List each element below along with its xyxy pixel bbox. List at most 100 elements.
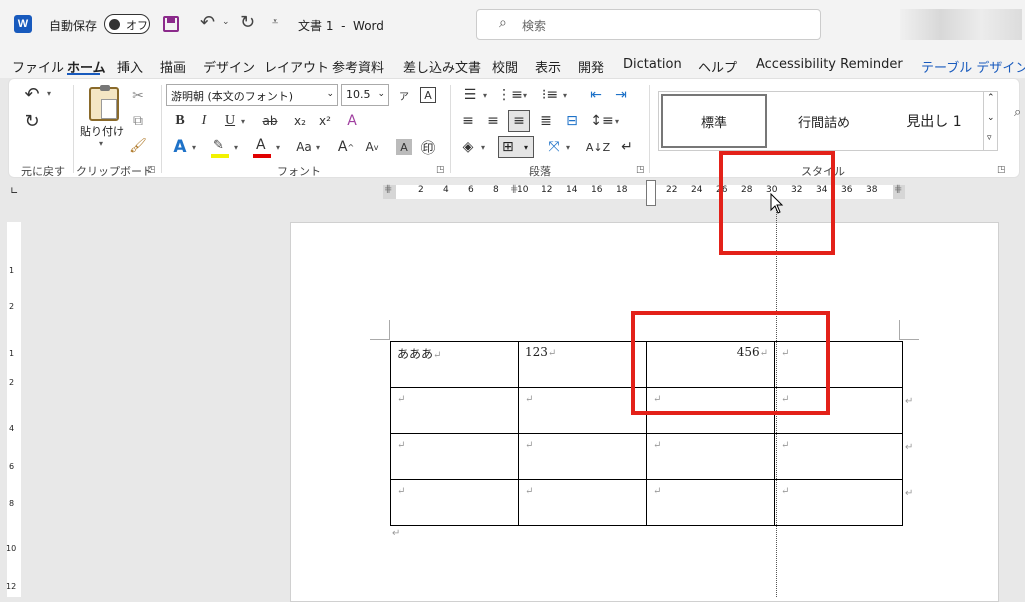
chevron-down-icon[interactable]: ▾ xyxy=(615,117,619,126)
multilevel-list-icon[interactable]: ⁝≡ xyxy=(539,84,561,106)
tab-layout[interactable]: レイアウト xyxy=(264,57,329,76)
chevron-down-icon[interactable]: ▾ xyxy=(483,91,487,100)
line-spacing-icon[interactable]: ↕≡ xyxy=(590,110,613,132)
align-left-icon[interactable]: ≡ xyxy=(457,110,479,132)
account-avatar[interactable] xyxy=(900,9,1022,40)
increase-indent-icon[interactable]: ⇥ xyxy=(610,84,632,106)
table-cell[interactable]: ↵ xyxy=(518,479,647,526)
dialog-launcher-icon[interactable]: ◳ xyxy=(436,165,445,175)
save-icon[interactable] xyxy=(163,16,179,32)
table-cell[interactable]: ↵ xyxy=(774,433,903,480)
tab-mailings[interactable]: 差し込み文書 xyxy=(403,57,481,76)
phonetic-guide-icon[interactable]: ア xyxy=(393,84,415,106)
sort-icon[interactable]: A↓Z xyxy=(586,136,610,158)
style-normal[interactable]: 標準 xyxy=(661,94,767,148)
dialog-launcher-icon[interactable]: ◳ xyxy=(997,165,1006,175)
asian-layout-icon[interactable]: ⤧ xyxy=(543,136,565,158)
table-cell[interactable]: ↵ xyxy=(774,479,903,526)
tab-table-design[interactable]: テーブル デザイン xyxy=(921,57,1025,76)
character-shading-icon[interactable]: A xyxy=(396,139,412,155)
chevron-down-icon[interactable]: ▾ xyxy=(47,89,51,98)
chevron-down-icon[interactable]: ⌄ xyxy=(222,17,230,27)
font-name-select[interactable]: 游明朝 (本文のフォント) ⌄ xyxy=(166,84,338,106)
align-center-icon[interactable]: ≡ xyxy=(482,110,504,132)
bold-icon[interactable]: B xyxy=(169,110,191,132)
style-no-spacing[interactable]: 行間詰め xyxy=(771,94,877,148)
shrink-font-icon[interactable]: Av xyxy=(361,136,383,158)
chevron-down-icon[interactable]: ▾ xyxy=(566,143,570,152)
chevron-down-icon[interactable]: ▾ xyxy=(241,117,245,126)
chevron-down-icon[interactable]: ▾ xyxy=(99,139,103,148)
bullets-icon[interactable]: ☰ xyxy=(459,84,481,106)
table-cell[interactable]: ↵ xyxy=(390,433,519,480)
column-marker-icon[interactable]: ⋕ xyxy=(894,184,902,195)
subscript-icon[interactable]: x₂ xyxy=(289,110,311,132)
undo-icon[interactable]: ↶ xyxy=(200,12,215,33)
chevron-down-icon[interactable]: ▾ xyxy=(192,143,196,152)
chevron-down-icon[interactable]: ▾ xyxy=(481,143,485,152)
undo-icon[interactable]: ↶ xyxy=(21,83,43,105)
font-size-select[interactable]: 10.5 ⌄ xyxy=(341,84,389,106)
autosave-toggle[interactable]: オフ xyxy=(104,14,150,34)
table-cell[interactable]: ↵ xyxy=(646,479,775,526)
tab-file[interactable]: ファイル xyxy=(12,57,64,76)
highlight-color-icon[interactable]: ✎ xyxy=(209,138,231,158)
chevron-down-icon[interactable]: ▾ xyxy=(563,91,567,100)
strikethrough-icon[interactable]: ab xyxy=(259,110,281,132)
copy-icon[interactable]: ⧉ xyxy=(127,110,149,132)
underline-icon[interactable]: U xyxy=(219,110,241,132)
table-cell[interactable]: ↵ xyxy=(518,433,647,480)
align-right-icon[interactable]: ≡ xyxy=(508,110,530,132)
styles-gallery[interactable]: 標準 行間詰め 見出し 1 xyxy=(658,91,998,151)
chevron-down-icon[interactable]: ▾ xyxy=(234,143,238,152)
style-heading-1[interactable]: 見出し 1 xyxy=(881,94,987,148)
distributed-icon[interactable]: ⊟ xyxy=(561,110,583,132)
table-cell[interactable]: ↵ xyxy=(390,387,519,434)
dialog-launcher-icon[interactable]: ◳ xyxy=(636,165,645,175)
vertical-ruler[interactable]: 1 2 1 2 4 6 8 10 12 xyxy=(0,206,28,597)
tab-help[interactable]: ヘルプ xyxy=(698,57,737,76)
indent-marker-icon[interactable] xyxy=(646,180,656,206)
justify-icon[interactable]: ≣ xyxy=(535,110,557,132)
change-case-icon[interactable]: Aa xyxy=(293,136,315,158)
tab-view[interactable]: 表示 xyxy=(535,57,561,76)
numbering-icon[interactable]: ⋮≡ xyxy=(497,84,523,106)
chevron-up-icon[interactable]: ⌃ xyxy=(987,93,995,103)
table-cell[interactable]: あああ↵ xyxy=(390,341,519,388)
chevron-down-icon[interactable]: ▾ xyxy=(316,143,320,152)
enclose-characters-icon[interactable]: ㊞ xyxy=(417,136,439,158)
italic-icon[interactable]: I xyxy=(193,110,215,132)
tab-developer[interactable]: 開発 xyxy=(578,57,604,76)
paste-icon[interactable] xyxy=(89,85,119,121)
search-box[interactable]: ⌕ 検索 xyxy=(476,9,821,40)
column-marker-icon[interactable]: ⋕ xyxy=(384,184,392,195)
table-cell[interactable]: 123↵ xyxy=(518,341,647,388)
chevron-down-icon[interactable]: ⌄ xyxy=(987,113,995,123)
dialog-launcher-icon[interactable]: ◳ xyxy=(147,165,156,175)
decrease-indent-icon[interactable]: ⇤ xyxy=(585,84,607,106)
grow-font-icon[interactable]: A ^ xyxy=(335,136,357,158)
tab-design[interactable]: デザイン xyxy=(203,57,255,76)
customize-qat-icon[interactable]: ⩡ xyxy=(272,15,278,29)
format-painter-icon[interactable]: 🖌 xyxy=(127,135,149,157)
clear-formatting-icon[interactable]: A xyxy=(341,110,363,132)
tab-insert[interactable]: 挿入 xyxy=(117,57,143,76)
redo-icon[interactable]: ↻ xyxy=(21,110,43,132)
tab-accessibility-reminder[interactable]: Accessibility Reminder xyxy=(756,57,903,72)
table-cell[interactable]: ↵ xyxy=(518,387,647,434)
table-cell[interactable]: ↵ xyxy=(390,479,519,526)
tab-selector-icon[interactable]: ∟ xyxy=(10,186,18,197)
paste-button-label[interactable]: 貼り付け xyxy=(80,123,124,139)
chevron-down-icon[interactable]: ▾ xyxy=(276,143,280,152)
cut-icon[interactable]: ✂ xyxy=(127,85,149,107)
tab-review[interactable]: 校閲 xyxy=(492,57,518,76)
superscript-icon[interactable]: x² xyxy=(314,110,336,132)
tab-references[interactable]: 参考資料 xyxy=(332,57,384,76)
text-effects-icon[interactable]: A xyxy=(169,136,191,158)
redo-icon[interactable]: ↻ xyxy=(240,12,255,33)
chevron-down-icon[interactable]: ▾ xyxy=(523,91,527,100)
show-paragraph-marks-icon[interactable]: ↵ xyxy=(616,136,638,158)
character-border-icon[interactable]: A xyxy=(420,87,436,103)
tab-draw[interactable]: 描画 xyxy=(160,57,186,76)
table-cell[interactable]: ↵ xyxy=(646,433,775,480)
